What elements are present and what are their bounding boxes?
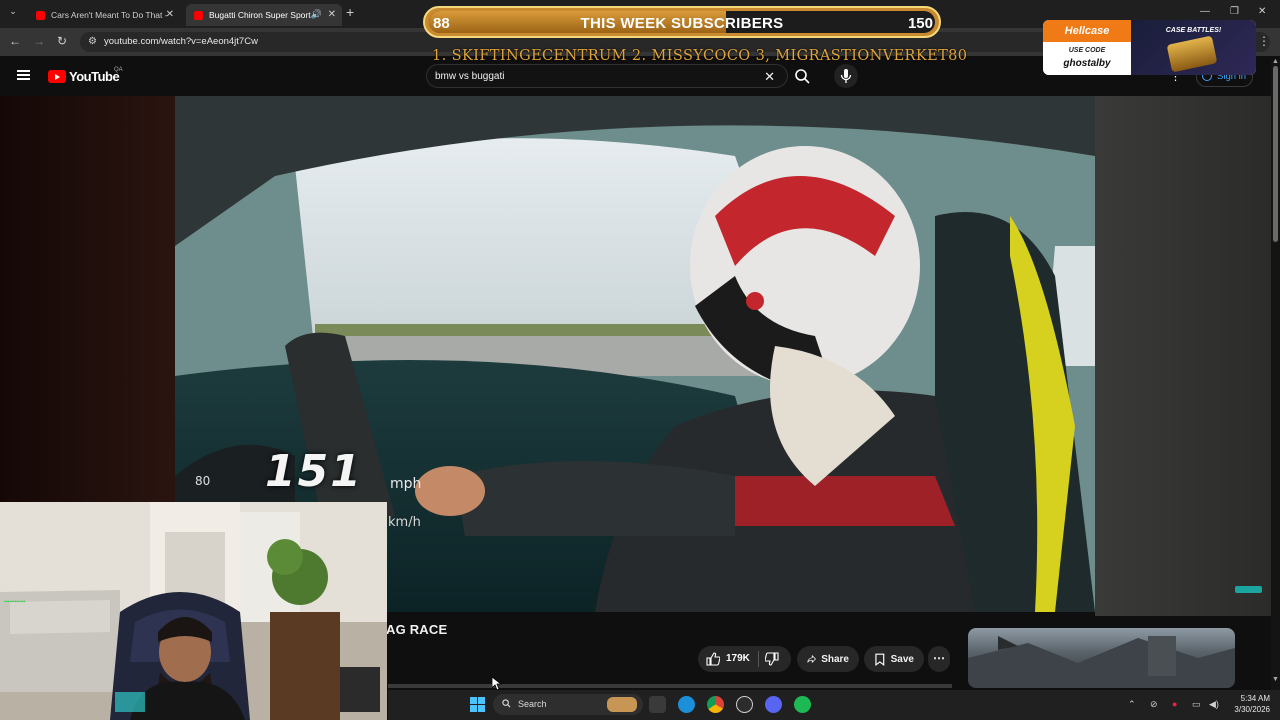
taskbar-search-label: Search [518,699,547,709]
share-button[interactable]: Share [797,646,859,672]
more-actions-button[interactable]: ⋯ [928,646,950,672]
windows-start-icon[interactable] [470,697,485,712]
taskbar-search[interactable]: Search [493,694,643,715]
promo-left-panel: Hellcase USE CODE ghostalby [1043,20,1131,75]
sponsor-promo-banner: Hellcase USE CODE ghostalby CASE BATTLES… [1043,20,1256,75]
site-info-icon[interactable]: ⚙ [88,36,97,47]
search-icon [502,699,511,708]
tab-title: Bugatti Chiron Super Sport [209,10,311,20]
save-label: Save [890,653,914,665]
top-subscribers-list: 1. SKIFTINGECENTRUM 2. MISSYCOCO 3, MIGR… [432,48,968,64]
forward-arrow-icon[interactable]: → [33,34,45,48]
speed-unit-alt: km/h [388,515,421,530]
goal-target-count: 150 [907,15,933,32]
search-button[interactable] [790,64,814,88]
youtube-logo-text: YouTube [69,69,120,84]
webcam-overlay: ▪▪▪▪▪▪▪▪▪▪▪▪ [0,502,387,720]
content-divider [388,684,952,688]
scroll-up-arrow-icon[interactable]: ▲ [1272,58,1279,65]
webcam-scene [0,502,387,720]
tab-close-icon[interactable]: ✕ [328,9,336,20]
clock-date: 3/30/2026 [1234,705,1270,714]
microphone-icon [840,69,852,83]
edge-browser-icon[interactable] [678,696,695,713]
tab-close-icon[interactable]: ✕ [166,9,174,20]
clear-search-icon[interactable]: ✕ [764,69,775,85]
scrollbar-thumb[interactable] [1273,66,1278,242]
youtube-play-icon [48,70,66,83]
thumbs-up-icon[interactable] [706,652,720,666]
discord-icon[interactable] [765,696,782,713]
search-query[interactable]: bmw vs buggati [435,71,504,82]
bookmark-icon [875,653,885,666]
share-arrow-icon [807,654,817,664]
video-title: AG RACE [386,622,448,637]
browser-menu-icon[interactable]: ⋮ [1258,34,1270,48]
minimize-icon[interactable]: — [1200,6,1210,17]
speedometer-dial-mark: 80 [195,474,211,488]
clock-time: 5:34 AM [1240,694,1270,703]
search-input[interactable]: bmw vs buggati ✕ [426,64,788,88]
like-count[interactable]: 179K [726,653,750,664]
youtube-logo[interactable]: YouTube [48,69,120,84]
thumbnail-artwork [968,636,1235,688]
thumbs-down-icon[interactable] [765,652,779,666]
taskbar-clock[interactable]: 5:34 AM 3/30/2026 [1226,693,1270,715]
tray-overflow-icon[interactable]: ⌃ [1128,699,1136,710]
player-background-right [1095,96,1271,616]
back-arrow-icon[interactable]: ← [9,34,21,48]
window-close-icon[interactable]: ✕ [1258,6,1266,17]
display-icon[interactable]: ▭ [1192,699,1201,710]
goal-label: THIS WEEK SUBSCRIBERS [580,15,784,32]
promo-right-panel: CASE BATTLES! [1131,20,1256,75]
save-button[interactable]: Save [864,646,924,672]
voice-search-button[interactable] [834,64,858,88]
region-code: QA [114,67,123,73]
promo-brand: Hellcase [1043,20,1131,42]
url-text[interactable]: youtube.com/watch?v=eAeon4jt7Cw [104,36,258,47]
search-icon [795,69,810,84]
chrome-browser-icon[interactable] [707,696,724,713]
task-view-icon[interactable] [649,696,666,713]
like-dislike-group: 179K [698,646,791,672]
youtube-favicon-icon [194,10,203,20]
obs-studio-icon[interactable] [736,696,753,713]
promo-case-battles: CASE BATTLES! [1165,27,1222,34]
scroll-down-arrow-icon[interactable]: ▼ [1272,676,1279,683]
share-label: Share [821,653,849,665]
subscriber-goal-bar: 88 THIS WEEK SUBSCRIBERS 150 [423,6,941,38]
search-highlight-icon[interactable] [607,697,637,712]
tab-audio-icon[interactable]: 🔊 [311,9,322,20]
volume-icon[interactable]: ◀) [1209,699,1219,710]
reload-icon[interactable]: ↻ [57,34,67,48]
mouse-cursor-icon [492,677,502,691]
video-watermark [1235,586,1262,593]
hamburger-menu-icon[interactable] [17,70,30,80]
speedometer-value: 151 [265,446,363,497]
tab-list-chevron-icon[interactable]: ⌄ [6,6,20,20]
new-tab-button[interactable]: + [346,4,354,20]
speed-unit: mph [390,476,422,492]
youtube-favicon-icon [36,10,45,20]
chat-message-fragment: ▪▪▪▪▪▪▪▪▪▪▪▪ [4,599,26,605]
treasure-chest-icon [1166,35,1218,73]
network-off-icon[interactable]: ⊘ [1150,699,1158,710]
promo-use-code-label: USE CODE [1068,47,1106,54]
tab-title: Cars Aren't Meant To Do That - [51,10,168,20]
browser-tab-bugatti[interactable]: Bugatti Chiron Super Sport 🔊 ✕ [186,4,342,26]
spotify-icon[interactable] [794,696,811,713]
maximize-icon[interactable]: ❐ [1230,6,1239,17]
browser-tab-cars[interactable]: Cars Aren't Meant To Do That - ✕ [28,4,180,26]
promo-code: ghostalby [1063,58,1111,69]
mic-muted-icon[interactable]: ● [1172,699,1177,709]
recommended-video-thumbnail[interactable] [968,628,1235,688]
like-divider [758,651,759,667]
